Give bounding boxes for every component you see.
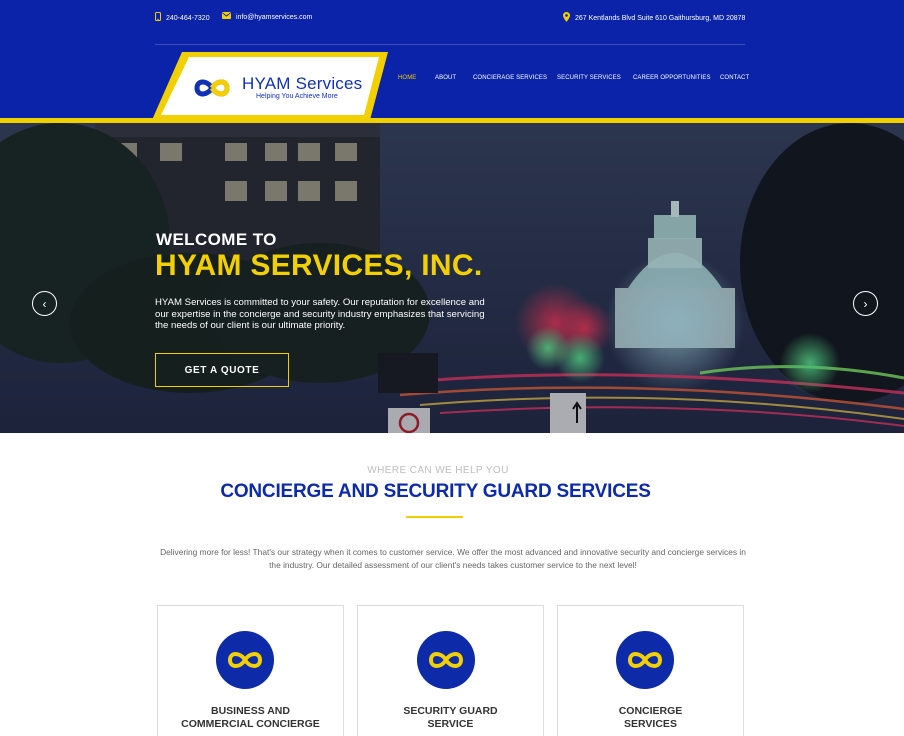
hero-slider: ‹ › WELCOME TO HYAM SERVICES, INC. HYAM … [0, 123, 904, 433]
nav-about[interactable]: ABOUT [435, 75, 456, 81]
header-divider [155, 44, 745, 45]
hero-welcome: WELCOME TO [156, 230, 277, 249]
section-intro: Delivering more for less! That's our str… [160, 547, 746, 570]
nav-home[interactable]: HOME [398, 75, 416, 81]
card-title-line1: SECURITY GUARD [403, 705, 498, 717]
email-contact[interactable]: info@hyamservices.com [222, 12, 312, 22]
nav-career-opportunities[interactable]: CAREER OPPORTUNITIES [633, 75, 711, 81]
get-a-quote-button[interactable]: GET A QUOTE [155, 353, 289, 387]
phone-icon [155, 12, 161, 24]
site-header: 240-464-7320 info@hyamservices.com 267 K… [0, 0, 904, 123]
nav-contact[interactable]: CONTACT [720, 75, 749, 81]
section-title: CONCIERGE AND SECURITY GUARD SERVICES [220, 481, 651, 502]
nav-concierge-services[interactable]: CONCIERAGE SERVICES [473, 75, 547, 81]
slider-next-button[interactable]: › [853, 291, 878, 316]
email-address: info@hyamservices.com [236, 13, 313, 21]
logo-tagline: Helping You Achieve More [256, 93, 338, 100]
card-title: SECURITY GUARD SERVICE [358, 705, 543, 731]
phone-contact[interactable]: 240-464-7320 [155, 12, 210, 24]
map-pin-icon [563, 12, 570, 25]
service-card-business-concierge[interactable]: BUSINESS AND COMMERCIAL CONCIERGE [157, 605, 344, 736]
card-title-line2: SERVICE [427, 718, 474, 730]
service-card-security-guard[interactable]: SECURITY GUARD SERVICE [357, 605, 544, 736]
section-eyebrow: WHERE CAN WE HELP YOU [367, 465, 509, 476]
infinity-icon [417, 631, 475, 689]
hero-title: HYAM SERVICES, INC. [155, 249, 483, 282]
card-title-line1: BUSINESS AND [211, 705, 290, 717]
phone-number: 240-464-7320 [166, 14, 210, 22]
nav-security-services[interactable]: SECURITY SERVICES [557, 75, 621, 81]
street-address: 267 Kentlands Blvd Suite 610 Gaithursbur… [575, 15, 746, 22]
card-title: BUSINESS AND COMMERCIAL CONCIERGE [158, 705, 343, 731]
title-underline [406, 516, 463, 518]
chevron-right-icon: › [863, 296, 868, 311]
logo-name: HYAM Services [242, 74, 363, 93]
card-title-line2: COMMERCIAL CONCIERGE [181, 718, 320, 730]
envelope-icon [222, 12, 231, 22]
logo[interactable]: HYAM Services Helping You Achieve More [152, 52, 388, 120]
card-title-line1: CONCIERGE [618, 705, 683, 717]
address-contact[interactable]: 267 Kentlands Blvd Suite 610 Gaithursbur… [563, 12, 745, 25]
slider-prev-button[interactable]: ‹ [32, 291, 57, 316]
card-title: CONCIERGE SERVICES [558, 705, 743, 731]
hero-description: HYAM Services is committed to your safet… [155, 297, 485, 331]
card-title-line2: SERVICES [624, 718, 677, 730]
service-card-concierge[interactable]: CONCIERGE SERVICES [557, 605, 744, 736]
infinity-icon [216, 631, 274, 689]
infinity-icon [616, 631, 674, 689]
contact-bar: 240-464-7320 info@hyamservices.com 267 K… [155, 10, 745, 28]
chevron-left-icon: ‹ [42, 296, 47, 311]
